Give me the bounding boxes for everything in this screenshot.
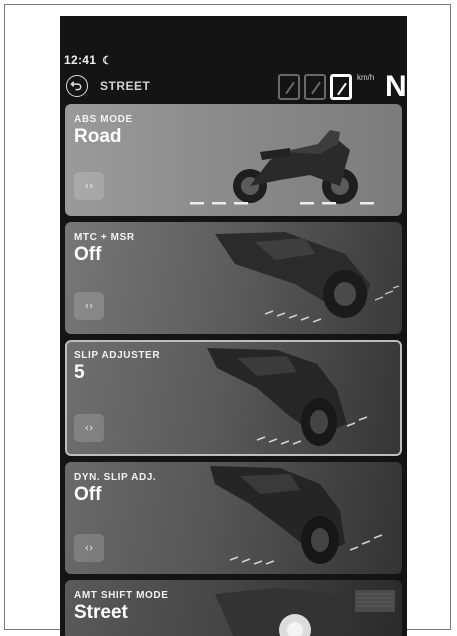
chevrons-icon: ‹›: [84, 421, 94, 434]
motorcycle-rear-lean-image: [210, 466, 383, 565]
clock: 12:41: [64, 53, 97, 67]
chevrons-icon: ‹›: [84, 541, 94, 554]
back-button[interactable]: [66, 75, 88, 97]
gear-indicator: N: [385, 70, 407, 103]
card-value: Road: [74, 126, 122, 147]
moon-icon: ☾: [102, 55, 113, 67]
chevrons-icon: ‹›: [84, 299, 94, 312]
speed-digit: [278, 74, 300, 100]
cycle-button[interactable]: ‹›: [74, 172, 104, 200]
cycle-button[interactable]: ‹›: [74, 414, 104, 442]
speed-digit: [304, 74, 326, 100]
cycle-button[interactable]: ‹›: [74, 534, 104, 562]
dyn-slip-adj-card[interactable]: DYN. SLIP ADJ. Off ‹›: [65, 462, 402, 574]
slip-adjuster-card[interactable]: SLIP ADJUSTER 5 ‹›: [65, 340, 402, 456]
abs-mode-card[interactable]: ABS MODE Road ‹›: [65, 104, 402, 216]
back-arrow-icon: [70, 81, 82, 91]
motorcycle-side-image: [190, 130, 374, 205]
card-title: DYN. SLIP ADJ.: [74, 472, 157, 483]
status-bar: 12:41 ☾: [64, 53, 112, 67]
card-title: ABS MODE: [74, 114, 133, 125]
speed-unit: km/h: [357, 73, 375, 82]
cycle-button[interactable]: ‹›: [74, 292, 104, 320]
card-value: Street: [74, 602, 128, 623]
card-title: AMT SHIFT MODE: [74, 590, 169, 601]
dashboard-screen: 12:41 ☾ STREET km/h N ABS MODE Road ‹› M…: [60, 16, 407, 636]
motorcycle-lean-image: [215, 232, 400, 323]
motorcycle-rear-image: [207, 348, 368, 446]
card-value: Off: [74, 484, 102, 505]
gearbox-image: [215, 588, 395, 636]
riding-mode-label: STREET: [100, 79, 151, 93]
card-value: Off: [74, 244, 102, 265]
card-title: SLIP ADJUSTER: [74, 350, 161, 361]
amt-shift-mode-card[interactable]: AMT SHIFT MODE Street: [65, 580, 402, 636]
card-value: 5: [74, 362, 85, 383]
card-title: MTC + MSR: [74, 232, 135, 243]
speed-digit-active: [330, 74, 352, 100]
mtc-msr-card[interactable]: MTC + MSR Off ‹›: [65, 222, 402, 334]
chevrons-icon: ‹›: [84, 179, 94, 192]
